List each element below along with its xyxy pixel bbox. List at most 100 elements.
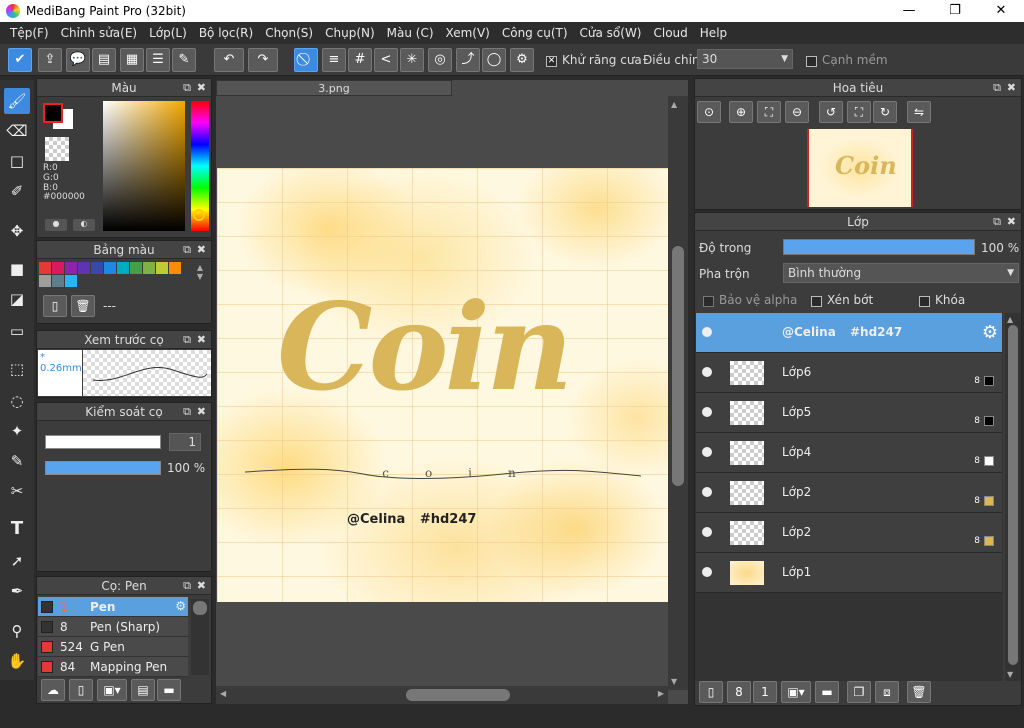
close-icon[interactable]: ✖ — [197, 331, 206, 349]
color-history-icon[interactable]: ◐ — [73, 219, 95, 231]
magic-wand-tool-icon[interactable]: ✦ — [4, 418, 30, 444]
canvas-area[interactable]: 3.png Coin coin @Celina #hd247 ▲ ▼ ◀ ▶ — [216, 80, 688, 704]
menu-snap[interactable]: Chụp(N) — [319, 26, 381, 40]
scroll-up-icon[interactable]: ▲ — [1007, 315, 1013, 324]
trash-icon[interactable]: 🗑 — [907, 681, 931, 703]
brush-item-mapping-pen[interactable]: 84 Mapping Pen — [38, 657, 188, 677]
scroll-right-icon[interactable]: ▶ — [658, 689, 664, 698]
menu-file[interactable]: Tệp(F) — [4, 26, 55, 40]
new-brush-icon[interactable]: ▯ — [69, 679, 93, 701]
new-8bit-layer-icon[interactable]: 8 — [727, 681, 751, 703]
navigator-thumbnail[interactable]: Coin — [807, 129, 913, 207]
layer-row[interactable]: Lớp2 8 — [696, 473, 1002, 513]
scroll-down-icon[interactable]: ▼ — [1007, 670, 1013, 679]
canvas-horizontal-thumb[interactable] — [406, 689, 510, 701]
flip-horizontal-icon[interactable]: ⇋ — [907, 101, 931, 123]
saturation-value-picker[interactable] — [103, 101, 185, 231]
transparent-color-swatch[interactable] — [45, 137, 69, 161]
palette-swatch[interactable] — [65, 275, 77, 287]
divide-tool-icon[interactable]: ✒ — [4, 578, 30, 604]
popout-icon[interactable]: ⧉ — [993, 213, 1001, 231]
concentric-snap-icon[interactable]: ◎ — [428, 48, 452, 72]
zoom-out-icon[interactable]: ⊖ — [785, 101, 809, 123]
bucket-tool-icon[interactable]: ◪ — [4, 286, 30, 312]
palette-scroll[interactable]: ▲ ▼ — [193, 263, 207, 289]
new-palette-icon[interactable]: ▯ — [43, 295, 67, 317]
hand-tool-icon[interactable]: ✋ — [4, 648, 30, 674]
layer-row[interactable]: Lớp5 8 — [696, 393, 1002, 433]
list-icon[interactable]: ☰ — [146, 48, 170, 72]
layer-row[interactable]: Lớp4 8 — [696, 433, 1002, 473]
brush-tool-icon[interactable]: 🖌 — [4, 88, 30, 114]
palette-swatch[interactable] — [39, 262, 51, 274]
close-button[interactable]: ✕ — [978, 0, 1024, 22]
new-1bit-layer-icon[interactable]: 1 — [753, 681, 777, 703]
close-icon[interactable]: ✖ — [197, 577, 206, 595]
palette-swatch[interactable] — [39, 275, 51, 287]
palette-swatch[interactable] — [65, 262, 77, 274]
menu-select[interactable]: Chọn(S) — [259, 26, 319, 40]
select-eraser-tool-icon[interactable]: ✂ — [4, 478, 30, 504]
layer-row[interactable]: Lớp6 8 — [696, 353, 1002, 393]
folder-icon[interactable]: ▬ — [815, 681, 839, 703]
cloud-download-icon[interactable]: ☁ — [41, 679, 65, 701]
merge-layer-icon[interactable]: ⧈ — [875, 681, 899, 703]
parallel-snap-icon[interactable]: ≡ — [322, 48, 346, 72]
menu-tools[interactable]: Công cụ(T) — [496, 26, 574, 40]
fit-window-icon[interactable]: ⛶ — [847, 101, 871, 123]
layer-row[interactable]: Lớp2 8 — [696, 513, 1002, 553]
curve-snap-icon[interactable]: ⤴ — [456, 48, 480, 72]
menu-help[interactable]: Help — [694, 26, 733, 40]
visibility-eye-icon[interactable] — [702, 447, 712, 457]
move-tool-icon[interactable]: ✥ — [4, 218, 30, 244]
palette-swatch[interactable] — [52, 262, 64, 274]
menu-cloud[interactable]: Cloud — [648, 26, 694, 40]
canvas-horizontal-scrollbar[interactable]: ◀ ▶ — [216, 686, 668, 704]
share-icon[interactable]: ⇪ — [38, 48, 62, 72]
antialias-checkbox[interactable]: ✕ — [546, 54, 557, 68]
visibility-eye-icon[interactable] — [702, 487, 712, 497]
new-layer-icon[interactable]: ▯ — [699, 681, 723, 703]
palette-swatch[interactable] — [117, 262, 129, 274]
popout-icon[interactable]: ⧉ — [993, 79, 1001, 97]
brush-item-pen-sharp[interactable]: 8 Pen (Sharp) — [38, 617, 188, 637]
add-layer-menu-icon[interactable]: ▣▾ — [781, 681, 811, 703]
close-icon[interactable]: ✖ — [197, 79, 206, 97]
popout-icon[interactable]: ⧉ — [183, 403, 191, 421]
menu-filter[interactable]: Bộ lọc(R) — [193, 26, 259, 40]
canvas-vertical-thumb[interactable] — [672, 246, 684, 486]
select-rect-tool-icon[interactable]: ⬚ — [4, 356, 30, 382]
edit-layout-icon[interactable]: ✎ — [172, 48, 196, 72]
redo-icon[interactable]: ↷ — [248, 48, 278, 72]
layer-row[interactable]: Lớp1 — [696, 553, 1002, 593]
brush-size-slider[interactable] — [45, 435, 161, 449]
menu-layer[interactable]: Lớp(L) — [143, 26, 193, 40]
close-icon[interactable]: ✖ — [1007, 213, 1016, 231]
brush-list-scrollbar[interactable] — [191, 599, 209, 675]
folder-icon[interactable]: ▬ — [157, 679, 181, 701]
palette-swatch[interactable] — [169, 262, 181, 274]
visibility-eye-icon[interactable] — [702, 327, 712, 337]
zoom-fit-icon[interactable]: ⊙ — [697, 101, 721, 123]
gear-icon[interactable]: ⚙ — [175, 599, 186, 613]
lock-checkbox[interactable] — [919, 294, 930, 308]
adjust-select[interactable]: 30 ▼ — [697, 49, 793, 69]
undo-icon[interactable]: ↶ — [214, 48, 244, 72]
color-option-icon[interactable]: ● — [45, 219, 67, 231]
layer-opacity-slider[interactable] — [783, 239, 975, 255]
menu-window[interactable]: Cửa sổ(W) — [574, 26, 648, 40]
popout-icon[interactable]: ⧉ — [183, 241, 191, 259]
operation-tool-icon[interactable]: ➚ — [4, 548, 30, 574]
canvas-vertical-scrollbar[interactable]: ▲ ▼ — [668, 96, 688, 690]
gear-icon[interactable]: ⚙ — [982, 322, 998, 343]
speech-bubble-icon[interactable]: 💬 — [66, 48, 90, 72]
gear-icon[interactable]: ⚙ — [510, 48, 534, 72]
rotate-left-icon[interactable]: ↺ — [819, 101, 843, 123]
brush-item-pen[interactable]: 1 Pen ⚙ — [38, 597, 188, 617]
select-pen-tool-icon[interactable]: ✎ — [4, 448, 30, 474]
lasso-tool-icon[interactable]: ◌ — [4, 388, 30, 414]
palette-swatch[interactable] — [52, 275, 64, 287]
visibility-eye-icon[interactable] — [702, 407, 712, 417]
palette-swatch[interactable] — [130, 262, 142, 274]
eraser-tool-icon[interactable]: ⌫ — [4, 118, 30, 144]
